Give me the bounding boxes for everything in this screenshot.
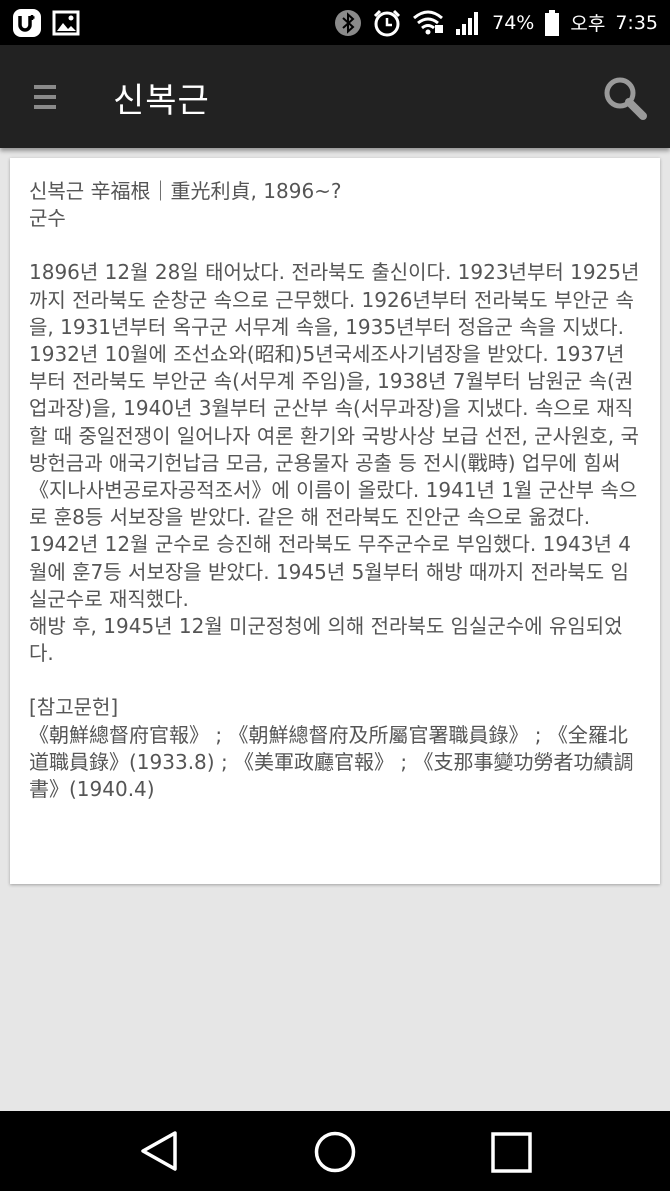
- status-ampm: 오후: [570, 13, 606, 35]
- page-title: 신복근: [113, 81, 210, 121]
- navigation-bar: [0, 1111, 670, 1191]
- references-heading: [참고문헌]: [29, 695, 119, 720]
- app-bar: 신복근: [0, 45, 670, 148]
- status-bar-left: [12, 8, 80, 38]
- hamburger-menu-icon[interactable]: [34, 83, 58, 111]
- uplus-icon: [12, 8, 42, 38]
- alarm-icon: [372, 8, 402, 38]
- article-heading: 신복근 辛福根｜重光利貞, 1896~?: [29, 179, 342, 203]
- search-icon[interactable]: [602, 75, 648, 121]
- image-notification-icon: [52, 9, 80, 37]
- article-occupation: 군수: [29, 206, 66, 231]
- wifi-icon: [412, 10, 444, 36]
- recents-icon[interactable]: [491, 1132, 533, 1178]
- status-bar-right: 74% 오후 7:35: [334, 8, 658, 38]
- signal-icon: [454, 9, 482, 37]
- status-time: 7:35: [615, 11, 658, 34]
- bluetooth-icon: [334, 9, 362, 37]
- status-bar: 74% 오후 7:35: [0, 0, 670, 45]
- home-icon[interactable]: [313, 1130, 357, 1178]
- article-card: 신복근 辛福根｜重光利貞, 1896~? 군수 1896년 12월 28일 태어…: [10, 158, 660, 884]
- battery-percent: 74%: [492, 11, 535, 34]
- battery-icon: [544, 9, 560, 37]
- back-icon[interactable]: [137, 1129, 181, 1177]
- article-paragraph: 1942년 12월 군수로 승진해 전라북도 무주군수로 부임했다. 1943년…: [29, 532, 631, 611]
- article-paragraph: 1896년 12월 28일 태어났다. 전라북도 출신이다. 1923년부터 1…: [29, 260, 640, 530]
- article-paragraph: 해방 후, 1945년 12월 미군정청에 의해 전라북도 임실군수에 유임되었…: [29, 614, 623, 666]
- references-list: 《朝鮮總督府官報》 ; 《朝鮮總督府及所屬官署職員錄》 ; 《全羅北道職員錄》(…: [29, 722, 634, 802]
